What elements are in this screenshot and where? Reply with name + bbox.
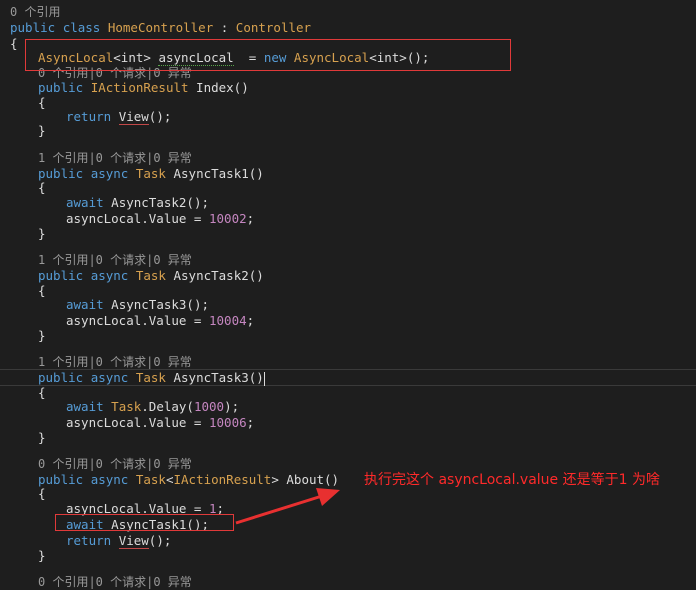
- annotation-note: 执行完这个 asyncLocal.value 还是等于1 为啥: [364, 472, 660, 488]
- annotation-arrow: [235, 488, 340, 525]
